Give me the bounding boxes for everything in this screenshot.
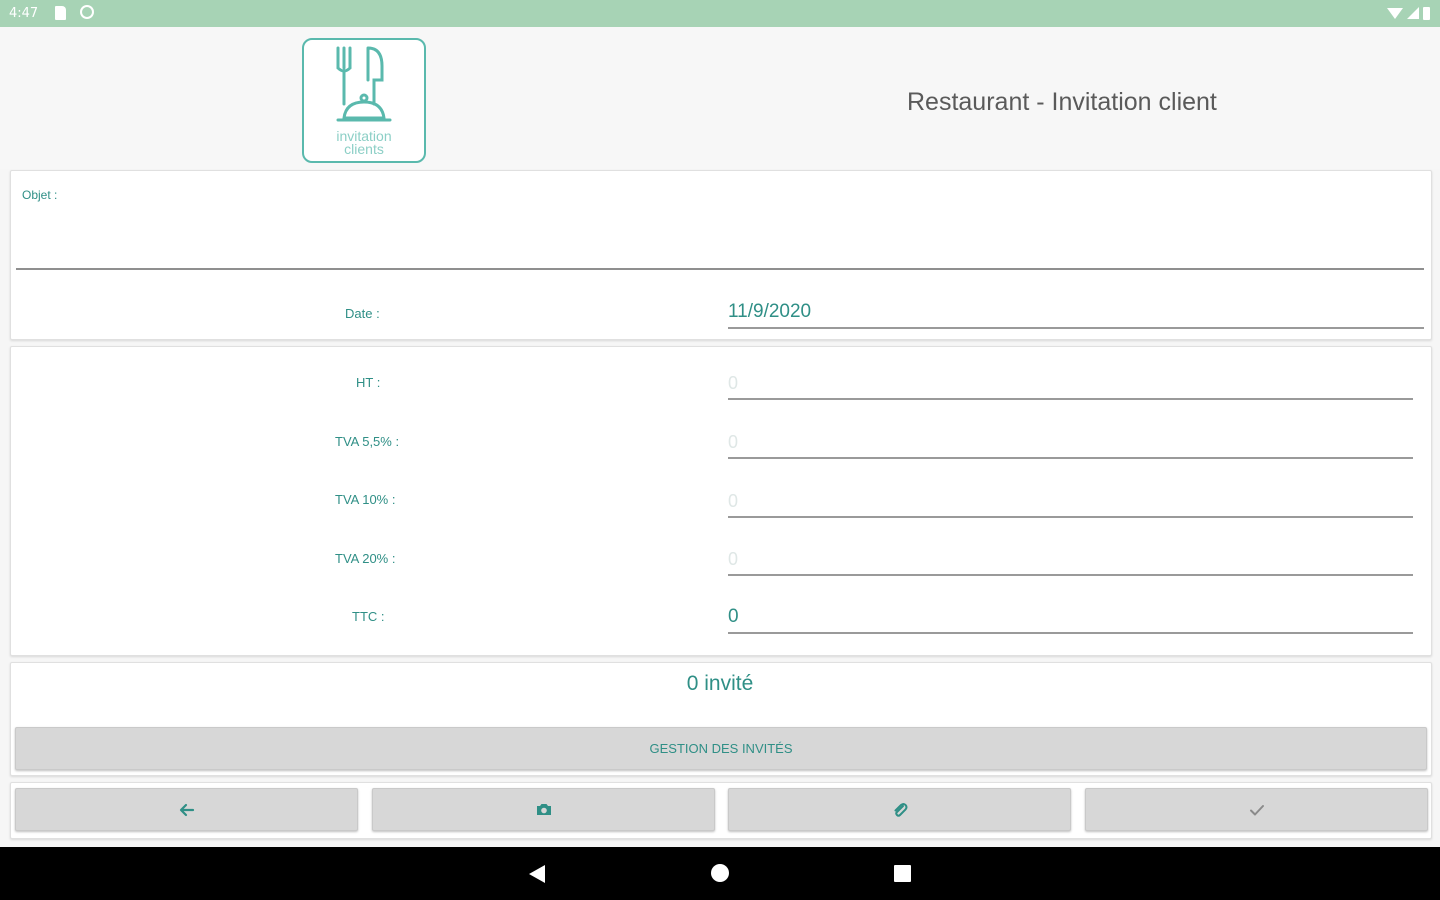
nav-recents-icon[interactable]: [894, 865, 911, 882]
tva20-placeholder: 0: [728, 549, 739, 569]
ht-input[interactable]: 0: [728, 368, 1413, 400]
tva55-label: TVA 5,5% :: [335, 434, 400, 449]
check-icon: [1249, 804, 1264, 815]
attach-button[interactable]: [728, 788, 1071, 831]
guest-count: 0 invité: [686, 672, 754, 695]
tva55-input[interactable]: 0: [728, 427, 1413, 459]
page-title: Restaurant - Invitation client: [907, 88, 1217, 116]
tva10-input[interactable]: 0: [728, 486, 1413, 518]
ht-placeholder: 0: [728, 373, 739, 393]
app-header: [0, 27, 1440, 169]
tva10-placeholder: 0: [728, 491, 739, 511]
status-icons: [1387, 4, 1430, 22]
ttc-field[interactable]: 0: [728, 602, 1413, 634]
notification-icon: [80, 5, 94, 19]
manage-guests-button[interactable]: GESTION DES INVITÉS: [15, 727, 1427, 770]
ttc-value: 0: [728, 606, 739, 627]
ht-label: HT :: [356, 375, 381, 390]
status-time: 4:47: [9, 6, 39, 21]
objet-input[interactable]: [16, 238, 1424, 270]
ttc-label: TTC :: [352, 609, 385, 624]
manage-guests-label: GESTION DES INVITÉS: [649, 741, 793, 756]
signal-icon: [1407, 7, 1419, 19]
objet-label: Objet :: [22, 188, 58, 202]
sd-card-icon: [55, 6, 66, 20]
status-bar: 4:47: [0, 0, 1440, 27]
nav-home-icon[interactable]: [711, 864, 729, 882]
logo-text: clients: [344, 141, 384, 157]
tva10-label: TVA 10% :: [335, 492, 396, 507]
app-logo: invitation clients: [302, 38, 426, 163]
wifi-icon: [1387, 7, 1403, 19]
validate-button[interactable]: [1085, 788, 1428, 831]
date-label: Date :: [345, 306, 380, 321]
camera-icon: [536, 804, 551, 815]
nav-back-icon[interactable]: [529, 865, 545, 883]
tva20-label: TVA 20% :: [335, 551, 396, 566]
photo-button[interactable]: [372, 788, 715, 831]
back-button[interactable]: [15, 788, 358, 831]
date-field[interactable]: 11/9/2020: [728, 297, 1424, 329]
paperclip-icon: [894, 802, 907, 817]
tva20-input[interactable]: 0: [728, 544, 1413, 576]
tva55-placeholder: 0: [728, 432, 739, 452]
utensils-icon: [336, 46, 392, 122]
arrow-left-icon: [179, 803, 194, 816]
battery-icon: [1423, 6, 1430, 20]
date-value: 11/9/2020: [728, 301, 812, 322]
